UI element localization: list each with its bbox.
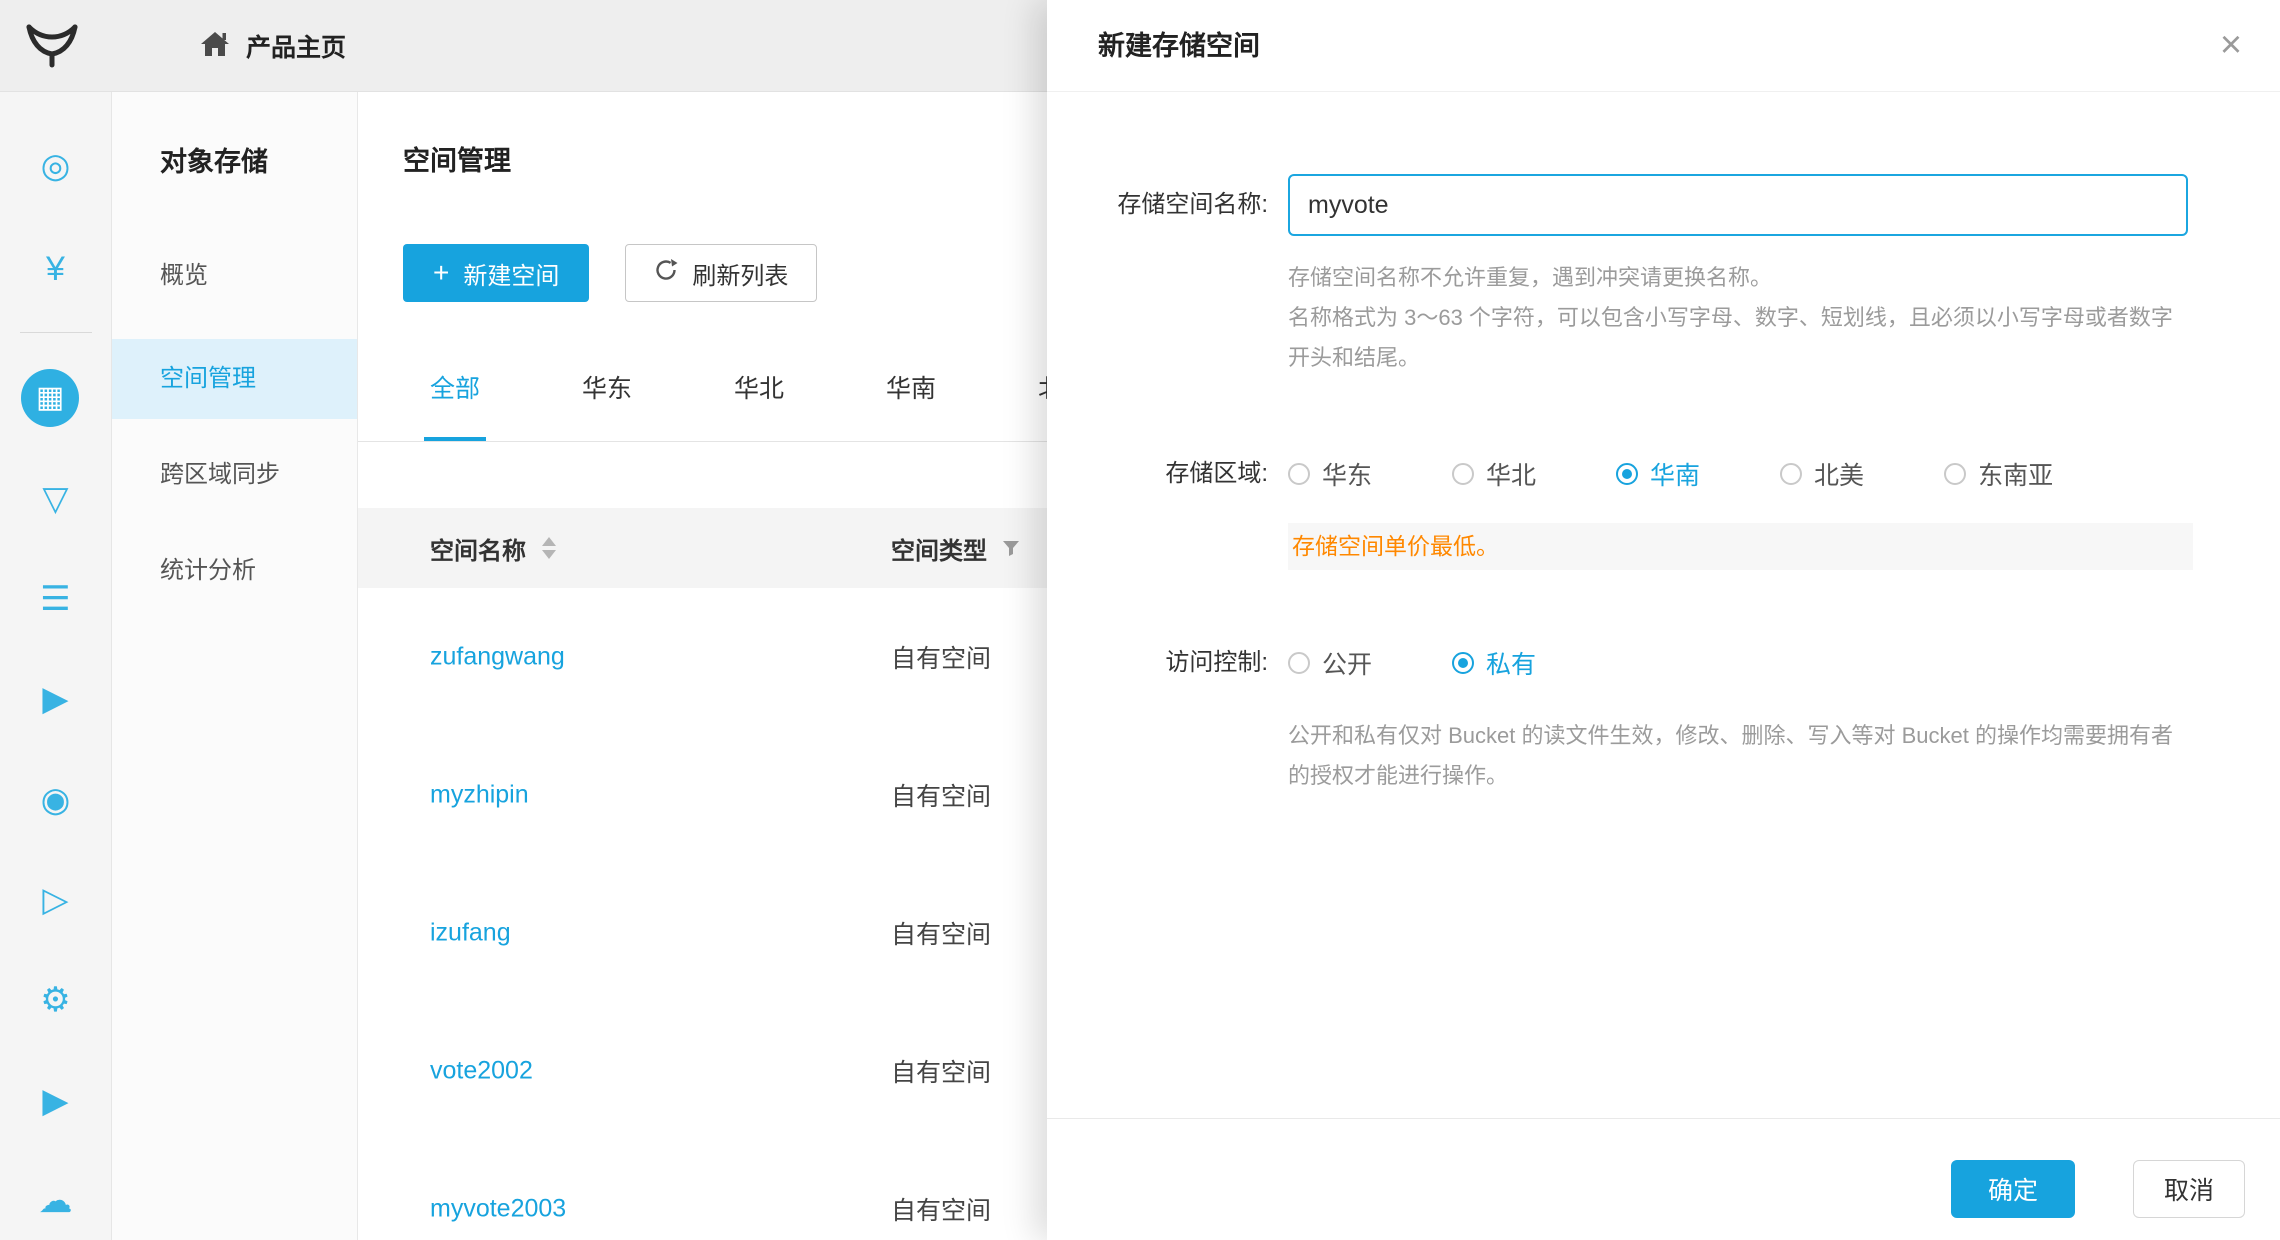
radio-icon <box>1452 463 1474 485</box>
sidebar: 对象存储 概览 空间管理 跨区域同步 统计分析 <box>112 92 358 1240</box>
home-icon <box>200 30 230 63</box>
access-radio-group: 公开 私有 <box>1288 639 1536 687</box>
radio-region-north-america[interactable]: 北美 <box>1780 456 1864 492</box>
drawer-header: 新建存储空间 × <box>1047 0 2280 92</box>
cdn-icon[interactable]: ▽ <box>0 469 111 529</box>
bucket-name-label: 存储空间名称: <box>1098 174 1268 236</box>
tab-all[interactable]: 全部 <box>424 332 486 441</box>
bucket-type: 自有空间 <box>891 1191 991 1227</box>
region-label: 存储区域: <box>1098 450 1268 498</box>
radio-icon <box>1616 463 1638 485</box>
radio-region-north[interactable]: 华北 <box>1452 456 1536 492</box>
live-icon[interactable]: ▶ <box>0 1071 111 1131</box>
sidebar-item-space-management[interactable]: 空间管理 <box>112 339 357 419</box>
new-space-label: 新建空间 <box>463 256 559 291</box>
monitor-icon[interactable]: ◉ <box>0 770 111 830</box>
radio-access-public[interactable]: 公开 <box>1288 645 1372 681</box>
rail-divider <box>20 332 92 333</box>
product-home-label: 产品主页 <box>246 28 346 64</box>
toolbar: + 新建空间 刷新列表 <box>403 244 817 302</box>
access-label: 访问控制: <box>1098 639 1268 687</box>
column-space-type-label: 空间类型 <box>891 531 987 566</box>
bucket-type: 自有空间 <box>891 915 991 951</box>
radio-region-east-label: 华东 <box>1322 456 1372 492</box>
overview-icon[interactable]: ◎ <box>0 136 111 196</box>
radio-region-southeast-asia-label: 东南亚 <box>1978 456 2053 492</box>
radio-region-southeast-asia[interactable]: 东南亚 <box>1944 456 2053 492</box>
confirm-button[interactable]: 确定 <box>1951 1160 2075 1218</box>
bucket-name-link[interactable]: izufang <box>430 919 511 948</box>
bucket-name-help-line2: 名称格式为 3～63 个字符，可以包含小写字母、数字、短划线，且必须以小写字母或… <box>1288 298 2193 378</box>
sidebar-title: 对象存储 <box>160 134 268 190</box>
bucket-type: 自有空间 <box>891 639 991 675</box>
column-space-name: 空间名称 <box>430 508 556 588</box>
radio-region-north-label: 华北 <box>1486 456 1536 492</box>
access-help: 公开和私有仅对 Bucket 的读文件生效，修改、删除、写入等对 Bucket … <box>1288 716 2193 796</box>
cloud-icon[interactable]: ☁ <box>0 1171 111 1231</box>
screen: 产品主页 ◎ ¥ ▦ ▽ ☰ ▶ ◉ ▷ ⚙ ▶ ☁ 对象存储 概览 空间管理 … <box>0 0 2280 1240</box>
tab-south-china-label: 华南 <box>886 369 936 405</box>
radio-region-north-america-label: 北美 <box>1814 456 1864 492</box>
close-icon[interactable]: × <box>2207 22 2255 70</box>
bucket-name-link[interactable]: myzhipin <box>430 781 529 810</box>
radio-region-south[interactable]: 华南 <box>1616 456 1700 492</box>
region-price-note: 存储空间单价最低。 <box>1288 523 2193 570</box>
filter-icon[interactable] <box>1003 541 1019 556</box>
radio-region-east[interactable]: 华东 <box>1288 456 1372 492</box>
product-home-link[interactable]: 产品主页 <box>200 0 346 92</box>
radio-access-private[interactable]: 私有 <box>1452 645 1536 681</box>
column-space-type: 空间类型 <box>891 508 1019 588</box>
object-storage-icon[interactable]: ▦ <box>21 369 79 427</box>
database-icon[interactable]: ☰ <box>0 569 111 629</box>
object-storage-glyph: ▦ <box>36 381 64 414</box>
refresh-list-button[interactable]: 刷新列表 <box>625 244 817 302</box>
sidebar-item-statistics[interactable]: 统计分析 <box>112 531 357 611</box>
video-icon[interactable]: ▶ <box>0 669 111 729</box>
radio-icon <box>1288 463 1310 485</box>
plus-icon: + <box>433 259 449 287</box>
bucket-type: 自有空间 <box>891 1053 991 1089</box>
sidebar-item-overview[interactable]: 概览 <box>112 236 357 316</box>
drawer-title: 新建存储空间 <box>1098 0 1260 92</box>
sidebar-item-cross-region-sync[interactable]: 跨区域同步 <box>112 435 357 515</box>
radio-region-south-label: 华南 <box>1650 456 1700 492</box>
sort-icon[interactable] <box>542 537 556 559</box>
refresh-label: 刷新列表 <box>692 256 788 291</box>
player-icon[interactable]: ▷ <box>0 870 111 930</box>
radio-icon <box>1452 652 1474 674</box>
radio-icon <box>1944 463 1966 485</box>
tab-south-china[interactable]: 华南 <box>880 332 942 441</box>
pipeline-icon[interactable]: ⚙ <box>0 970 111 1030</box>
radio-access-public-label: 公开 <box>1322 645 1372 681</box>
bucket-name-help: 存储空间名称不允许重复，遇到冲突请更换名称。 名称格式为 3～63 个字符，可以… <box>1288 258 2193 378</box>
radio-icon <box>1780 463 1802 485</box>
bucket-name-link[interactable]: myvote2003 <box>430 1195 566 1224</box>
bucket-type: 自有空间 <box>891 777 991 813</box>
page-title: 空间管理 <box>403 132 511 190</box>
tab-east-china-label: 华东 <box>582 369 632 405</box>
finance-icon[interactable]: ¥ <box>0 239 111 299</box>
cancel-button[interactable]: 取消 <box>2133 1160 2245 1218</box>
tab-east-china[interactable]: 华东 <box>576 332 638 441</box>
qiniu-logo-icon[interactable] <box>24 20 80 72</box>
radio-icon <box>1288 652 1310 674</box>
bucket-name-help-line1: 存储空间名称不允许重复，遇到冲突请更换名称。 <box>1288 258 2193 298</box>
bucket-name-link[interactable]: zufangwang <box>430 643 565 672</box>
product-rail: ◎ ¥ ▦ ▽ ☰ ▶ ◉ ▷ ⚙ ▶ ☁ <box>0 92 112 1240</box>
radio-access-private-label: 私有 <box>1486 645 1536 681</box>
new-bucket-drawer: 新建存储空间 × 存储空间名称: 存储空间名称不允许重复，遇到冲突请更换名称。 … <box>1047 0 2280 1240</box>
region-radio-group: 华东 华北 华南 北美 东南亚 <box>1288 450 2053 498</box>
bucket-name-link[interactable]: vote2002 <box>430 1057 533 1086</box>
refresh-icon <box>654 258 678 289</box>
bucket-name-input[interactable] <box>1288 174 2188 236</box>
tab-north-china-label: 华北 <box>734 369 784 405</box>
column-space-name-label: 空间名称 <box>430 531 526 566</box>
drawer-footer: 确定 取消 <box>1047 1118 2280 1240</box>
tab-north-china[interactable]: 华北 <box>728 332 790 441</box>
new-space-button[interactable]: + 新建空间 <box>403 244 589 302</box>
tab-all-label: 全部 <box>430 369 480 405</box>
